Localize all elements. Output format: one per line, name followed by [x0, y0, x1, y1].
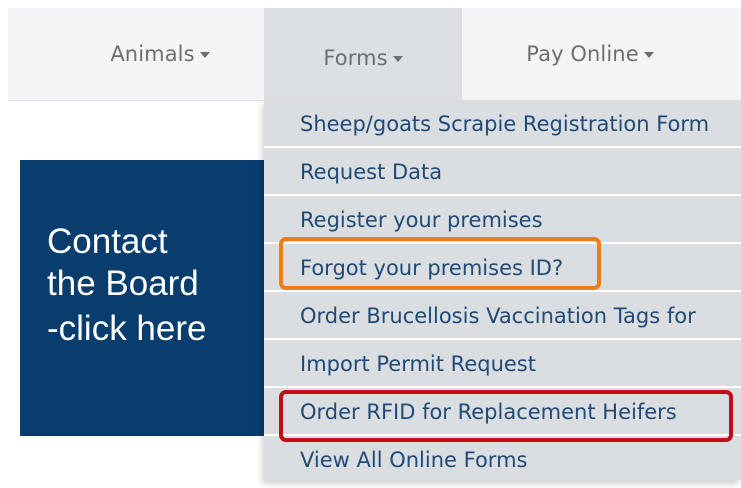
- menu-item-order-rfid[interactable]: Order RFID for Replacement Heifers: [264, 388, 741, 435]
- nav-item-label: Animals: [110, 42, 195, 66]
- forms-dropdown-menu: Sheep/goats Scrapie Registration Form Re…: [264, 100, 741, 480]
- menu-item-request-data[interactable]: Request Data: [264, 148, 741, 195]
- top-navbar: Animals Forms Pay Online: [8, 8, 741, 108]
- menu-item-import-permit[interactable]: Import Permit Request: [264, 340, 741, 387]
- contact-line: the Board: [47, 264, 199, 303]
- caret-down-icon: [643, 52, 654, 58]
- nav-item-animals[interactable]: Animals: [80, 8, 240, 100]
- menu-item-register-premises[interactable]: Register your premises: [264, 196, 741, 243]
- nav-item-label: Forms: [323, 46, 388, 70]
- contact-board-button[interactable]: Contact the Board -click here: [20, 160, 282, 436]
- menu-item-brucellosis-tags[interactable]: Order Brucellosis Vaccination Tags for: [264, 292, 741, 339]
- nav-item-label: Pay Online: [526, 42, 639, 66]
- menu-item-scrapie-registration[interactable]: Sheep/goats Scrapie Registration Form: [264, 100, 741, 147]
- menu-item-view-all-forms[interactable]: View All Online Forms: [264, 436, 741, 480]
- nav-item-pay-online[interactable]: Pay Online: [490, 8, 690, 100]
- contact-line: Contact: [47, 222, 168, 261]
- caret-down-icon: [392, 56, 403, 62]
- contact-line: -click here: [47, 309, 207, 348]
- caret-down-icon: [199, 52, 210, 58]
- menu-item-forgot-premises-id[interactable]: Forgot your premises ID?: [264, 244, 741, 291]
- nav-item-forms[interactable]: Forms: [264, 8, 462, 108]
